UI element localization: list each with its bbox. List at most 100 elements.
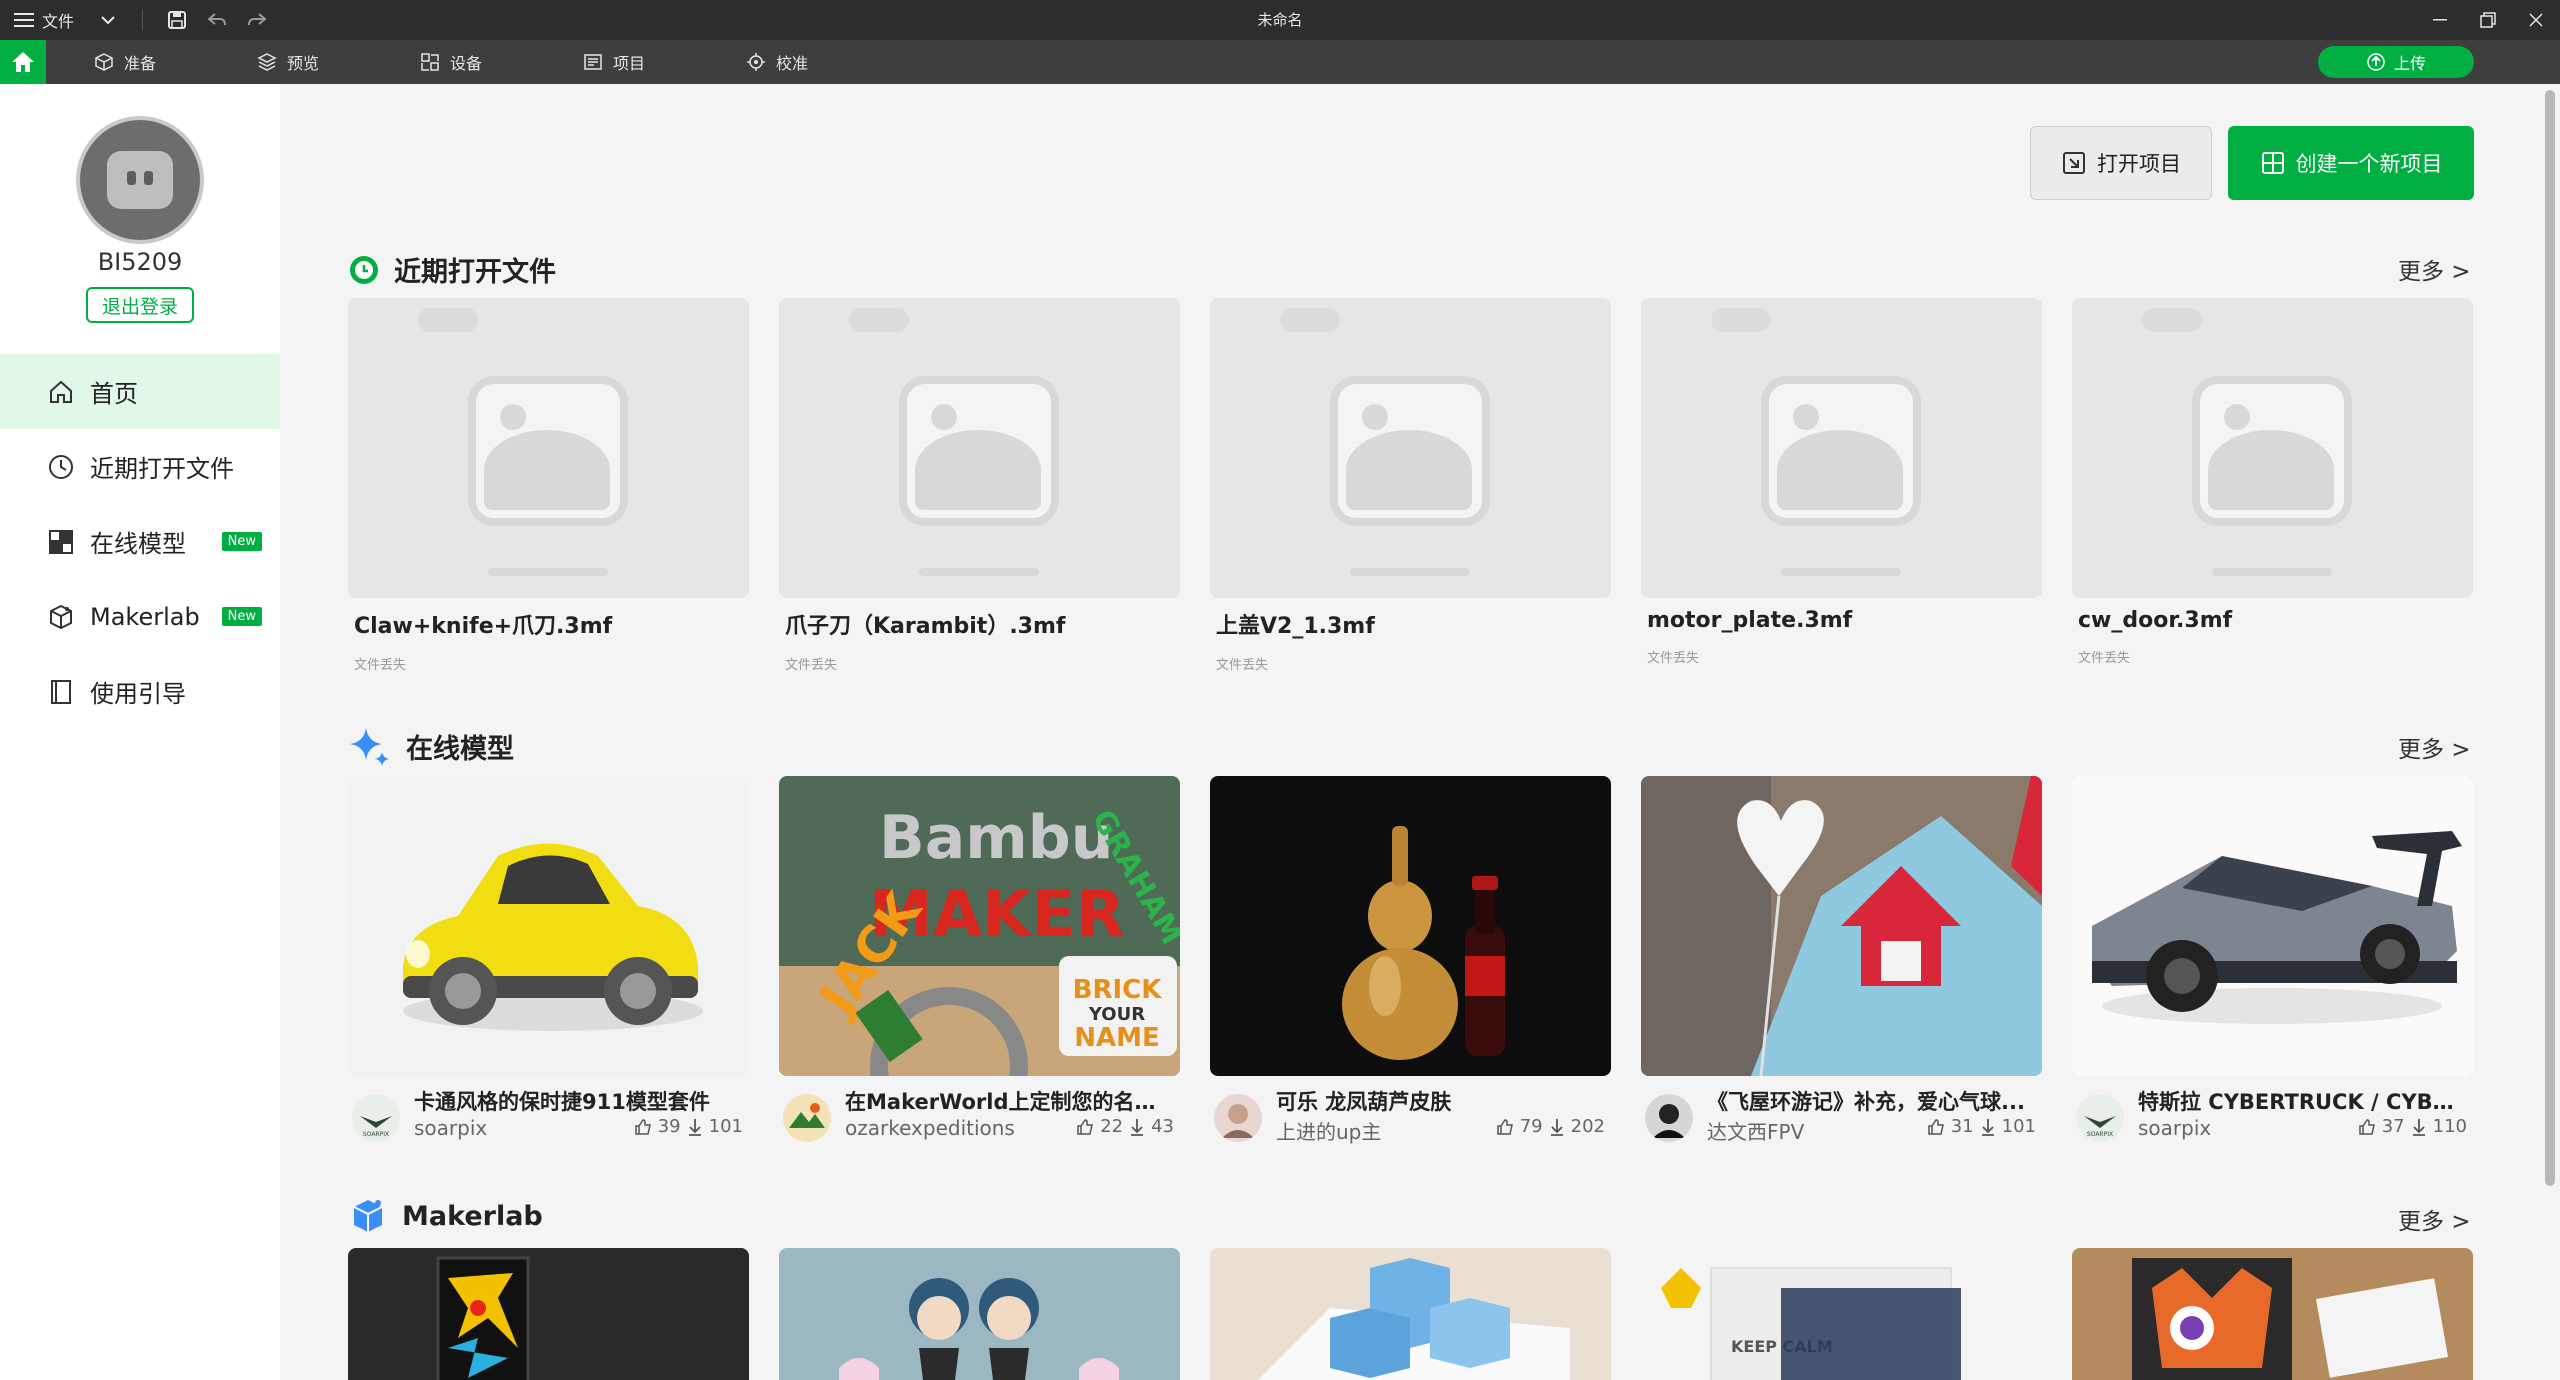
author-avatar[interactable] (1214, 1094, 1262, 1142)
recent-file-card[interactable]: 上盖V2_1.3mf 文件丢失 (1210, 298, 1611, 673)
redo-icon[interactable] (237, 0, 277, 40)
model-card[interactable]: 可乐 龙凤葫芦皮肤 上进的up主 79 202 (1210, 776, 1611, 1156)
model-author: soarpix (414, 1116, 488, 1140)
tab-device[interactable]: 设备 (420, 40, 583, 84)
sidebar-item-label: 近期打开文件 (90, 455, 234, 483)
svg-text:SOARPIX: SOARPIX (2087, 1131, 2113, 1138)
recent-file-card[interactable]: cw_door.3mf 文件丢失 (2072, 298, 2473, 666)
tab-prepare-label: 准备 (124, 54, 157, 73)
model-author: ozarkexpeditions (845, 1116, 1015, 1140)
author-avatar[interactable] (783, 1094, 831, 1142)
makerlab-card[interactable] (1210, 1248, 1611, 1380)
author-avatar[interactable] (1645, 1094, 1693, 1142)
logout-button[interactable]: 退出登录 (86, 287, 194, 323)
makerlab-section-header: Makerlab (348, 1196, 543, 1236)
sidebar-item-makerlab[interactable]: Makerlab New (0, 579, 280, 654)
tab-calibrate[interactable]: 校准 (746, 40, 909, 84)
download-icon (688, 1118, 701, 1136)
chevron-down-icon[interactable] (88, 0, 128, 40)
sidebar-menu: 首页 近期打开文件 在线模型 New Makerlab New 使用引导 (0, 354, 280, 729)
layers-icon (257, 53, 277, 71)
likes-count: 31 (1950, 1116, 1974, 1137)
thumbs-up-icon (1496, 1118, 1513, 1135)
sidebar-item-recent[interactable]: 近期打开文件 (0, 429, 280, 504)
download-icon (1981, 1118, 1994, 1136)
model-stats: 79 202 (1496, 1116, 1605, 1137)
model-thumbnail (1210, 776, 1611, 1076)
save-icon[interactable] (157, 0, 197, 40)
sidebar-item-online-models[interactable]: 在线模型 New (0, 504, 280, 579)
model-thumbnail (348, 776, 749, 1076)
author-avatar[interactable]: SOARPIX (352, 1094, 400, 1142)
model-thumbnail: Bambu MAKER JACK GRAHAM BRICK YOUR NAME (779, 776, 1180, 1076)
home-tab-button[interactable] (0, 40, 46, 84)
recent-more-link[interactable]: 更多 > (2398, 252, 2471, 286)
makerlab-card[interactable] (348, 1248, 749, 1380)
makerlab-thumbnail (2072, 1248, 2473, 1380)
makerlab-card[interactable] (779, 1248, 1180, 1380)
sidebar-item-home[interactable]: 首页 (0, 354, 280, 429)
recent-file-card[interactable]: 爪子刀（Karambit）.3mf 文件丢失 (779, 298, 1180, 673)
tab-prepare[interactable]: 准备 (94, 40, 257, 84)
file-name: Claw+knife+爪刀.3mf (354, 614, 613, 639)
file-thumbnail-placeholder (1641, 298, 2042, 598)
recent-file-card[interactable]: motor_plate.3mf 文件丢失 (1641, 298, 2042, 666)
model-title: 可乐 龙凤葫芦皮肤 (1276, 1090, 1452, 1114)
makerlab-more-link[interactable]: 更多 > (2398, 1202, 2471, 1236)
home-icon (12, 52, 34, 72)
main-content: 打开项目 创建一个新项目 近期打开文件 更多 > Claw+knife+爪刀.3… (280, 84, 2538, 1380)
model-card[interactable]: SOARPIX 卡通风格的保时捷911模型套件 soarpix 39 101 (348, 776, 749, 1156)
tab-project-label: 项目 (613, 54, 646, 73)
file-status: 文件丢失 (1216, 658, 1269, 673)
hamburger-icon (14, 13, 34, 27)
recent-file-card[interactable]: Claw+knife+爪刀.3mf 文件丢失 (348, 298, 749, 673)
avatar[interactable] (76, 116, 204, 244)
scrollbar-thumb[interactable] (2545, 90, 2555, 1186)
makerlab-card[interactable] (2072, 1248, 2473, 1380)
makerlab-cube-icon (353, 1200, 383, 1232)
model-stats: 22 43 (1076, 1116, 1174, 1137)
makerlab-section-title: Makerlab (402, 1200, 543, 1232)
online-more-link[interactable]: 更多 > (2398, 730, 2471, 764)
author-avatar[interactable]: SOARPIX (2076, 1094, 2124, 1142)
new-project-icon (2261, 152, 2284, 174)
close-button[interactable] (2512, 0, 2560, 40)
create-project-label: 创建一个新项目 (2295, 152, 2443, 176)
model-stats: 31 101 (1927, 1116, 2036, 1137)
sidebar-item-label: 首页 (90, 380, 138, 408)
file-menu-button[interactable]: 文件 (0, 0, 88, 40)
file-status: 文件丢失 (785, 658, 838, 673)
online-section-header: 在线模型 (348, 724, 514, 768)
undo-icon[interactable] (197, 0, 237, 40)
sidebar-item-guide[interactable]: 使用引导 (0, 654, 280, 729)
restore-button[interactable] (2464, 0, 2512, 40)
thumb-text-your: YOUR (1088, 1004, 1145, 1025)
create-project-button[interactable]: 创建一个新项目 (2228, 126, 2474, 200)
model-card[interactable]: Bambu MAKER JACK GRAHAM BRICK YOUR NAME … (779, 776, 1180, 1156)
file-status: 文件丢失 (1647, 651, 1700, 666)
model-card[interactable]: 《飞屋环游记》补充，爱心气球... 达文西FPV 31 101 (1641, 776, 2042, 1156)
window-title: 未命名 (1257, 11, 1303, 29)
tab-project[interactable]: 项目 (583, 40, 746, 84)
makerlab-card[interactable]: KEEP CALM (1641, 1248, 2042, 1380)
likes-count: 79 (1519, 1116, 1543, 1137)
model-card[interactable]: SOARPIX 特斯拉 CYBERTRUCK / CYBER... soarpi… (2072, 776, 2473, 1156)
open-project-button[interactable]: 打开项目 (2030, 126, 2212, 200)
thumbs-up-icon (634, 1118, 651, 1135)
model-author: 上进的up主 (1276, 1120, 1382, 1144)
cube-icon (95, 53, 113, 71)
tab-calibrate-label: 校准 (776, 54, 809, 73)
model-author: soarpix (2138, 1116, 2212, 1140)
file-name: 上盖V2_1.3mf (1216, 614, 1375, 639)
minimize-button[interactable] (2416, 0, 2464, 40)
book-icon (46, 677, 76, 707)
clock-icon (46, 452, 76, 482)
likes-count: 39 (657, 1116, 681, 1137)
file-status: 文件丢失 (354, 658, 407, 673)
recent-section-title: 近期打开文件 (394, 257, 556, 288)
robot-avatar-icon (107, 151, 173, 209)
model-stats: 37 110 (2358, 1116, 2467, 1137)
upload-button[interactable]: 上传 (2318, 46, 2474, 78)
model-stats: 39 101 (634, 1116, 743, 1137)
tab-preview[interactable]: 预览 (257, 40, 420, 84)
